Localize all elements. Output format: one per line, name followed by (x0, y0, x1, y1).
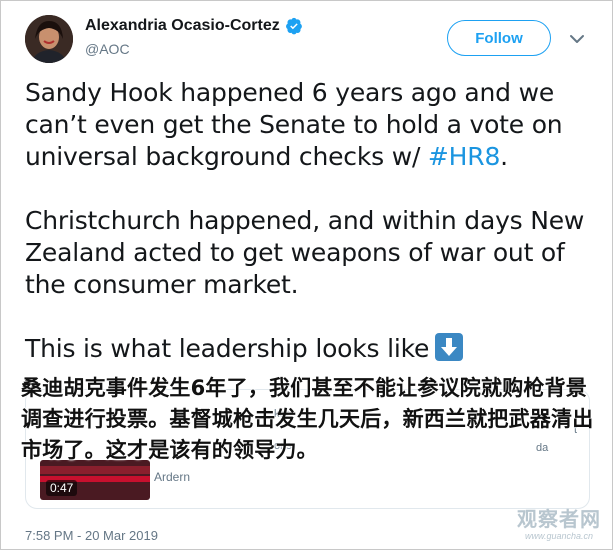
tweet-paragraph-1: Sandy Hook happened 6 years ago and we c… (25, 77, 595, 173)
tweet-paragraph-3: This is what leadership looks like (25, 333, 595, 365)
avatar[interactable] (25, 15, 73, 63)
chevron-down-icon[interactable] (567, 29, 587, 49)
watermark-url: www.guancha.cn (524, 531, 594, 541)
video-thumbnail[interactable]: 0:47 (40, 460, 150, 500)
embed-author: Ardern (154, 470, 191, 484)
author-display-name[interactable]: Alexandria Ocasio-Cortez (85, 17, 280, 35)
hashtag-link[interactable]: #HR8 (428, 142, 500, 171)
author-name-row: Alexandria Ocasio-Cortez (85, 17, 303, 35)
down-arrow-icon (435, 333, 464, 361)
author-handle[interactable]: @AOC (85, 41, 130, 57)
chinese-caption-overlay: 桑迪胡克事件发生6年了，我们甚至不能让参议院就购枪背景调查进行投票。基督城枪击发… (21, 376, 594, 462)
tweet-paragraph-2: Christchurch happened, and within days N… (25, 206, 585, 299)
tweet-text: Sandy Hook happened 6 years ago and we c… (25, 77, 595, 365)
watermark-text: 观察者网 (517, 507, 601, 531)
thumbnail-band (40, 466, 150, 474)
tweet-paragraph-3-text: This is what leadership looks like (25, 334, 430, 363)
follow-button[interactable]: Follow (447, 20, 551, 56)
verified-badge-icon (285, 17, 302, 35)
tweet-timestamp[interactable]: 7:58 PM - 20 Mar 2019 (25, 528, 158, 543)
tweet-paragraph-1-end: . (500, 142, 508, 171)
watermark-logo: 观察者网 www.guancha.cn (511, 508, 607, 542)
video-duration: 0:47 (46, 480, 78, 496)
tweet-frame: Alexandria Ocasio-Cortez @AOC Follow San… (0, 0, 613, 550)
